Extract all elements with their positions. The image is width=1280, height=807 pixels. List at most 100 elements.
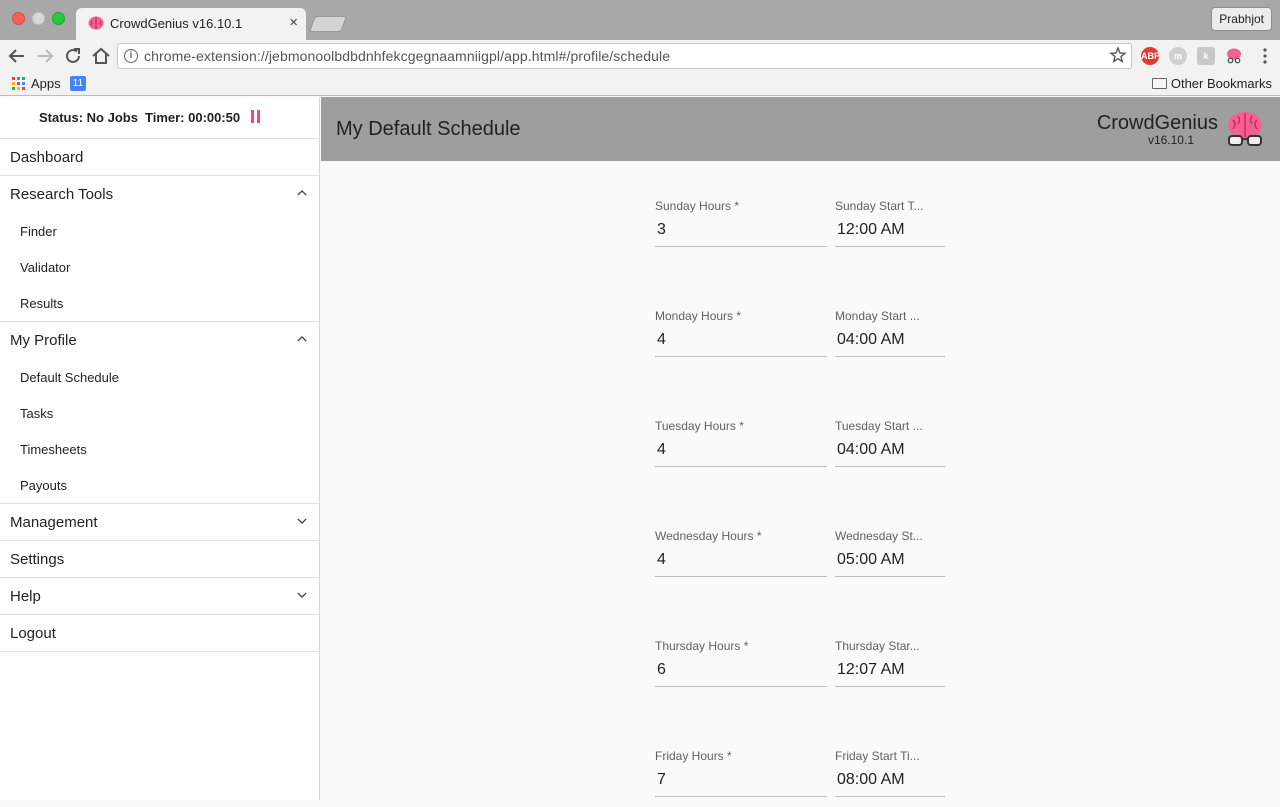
browser-tab-active[interactable]: CrowdGenius v16.10.1 × (76, 8, 306, 40)
field-value[interactable]: 7 (657, 771, 666, 789)
job-status: Status: No Jobs (39, 110, 138, 125)
field-label: Friday Start Ti... (835, 749, 920, 763)
friday-hours-field[interactable]: Friday Hours * 7 (655, 747, 827, 797)
field-label: Sunday Start T... (835, 199, 924, 213)
sunday-hours-field[interactable]: Sunday Hours * 3 (655, 197, 827, 247)
monday-hours-field[interactable]: Monday Hours * 4 (655, 307, 827, 357)
profile-button[interactable]: Prabhjot (1211, 7, 1272, 31)
schedule-row-friday: Friday Hours * 7 Friday Start Ti... 08:0… (655, 747, 955, 807)
chevron-up-icon[interactable] (297, 188, 307, 198)
tuesday-hours-field[interactable]: Tuesday Hours * 4 (655, 417, 827, 467)
chevron-down-icon[interactable] (297, 516, 307, 526)
schedule-row-thursday: Thursday Hours * 6 Thursday Star... 12:0… (655, 637, 955, 697)
apps-bookmark[interactable]: Apps (31, 76, 61, 91)
nav-finder-label: Finder (20, 224, 57, 239)
wednesday-hours-field[interactable]: Wednesday Hours * 4 (655, 527, 827, 577)
nav-logout[interactable]: Logout (0, 615, 319, 652)
timer: Timer: 00:00:50 (145, 110, 241, 125)
nav-timesheets[interactable]: Timesheets (0, 431, 319, 467)
field-value[interactable]: 04:00 AM (837, 441, 905, 459)
close-window-button[interactable] (12, 12, 25, 25)
browser-toolbar: i chrome-extension://jebmonoolbdbdnhfekc… (0, 40, 1280, 72)
home-icon[interactable] (90, 45, 112, 67)
page-header: My Default Schedule CrowdGenius v16.10.1 (321, 97, 1280, 161)
brand-name: CrowdGenius (1096, 112, 1218, 134)
nav-logout-label: Logout (10, 625, 56, 642)
thursday-start-field[interactable]: Thursday Star... 12:07 AM (835, 637, 945, 687)
other-bookmarks[interactable]: Other Bookmarks (1151, 76, 1272, 91)
nav-tasks-label: Tasks (20, 406, 54, 421)
new-tab-button[interactable] (309, 16, 347, 32)
folder-icon (1151, 78, 1167, 89)
sunday-start-field[interactable]: Sunday Start T... 12:00 AM (835, 197, 945, 247)
field-value[interactable]: 4 (657, 331, 666, 349)
nav-results[interactable]: Results (0, 285, 319, 321)
schedule-row-sunday: Sunday Hours * 3 Sunday Start T... 12:00… (655, 197, 955, 257)
nav-dashboard-label: Dashboard (10, 149, 84, 166)
nav-tasks[interactable]: Tasks (0, 395, 319, 431)
tuesday-start-field[interactable]: Tuesday Start ... 04:00 AM (835, 417, 945, 467)
chevron-up-icon[interactable] (297, 334, 307, 344)
nav-my-profile[interactable]: My Profile (0, 322, 319, 359)
brand-version: v16.10.1 (1147, 133, 1194, 147)
thursday-hours-field[interactable]: Thursday Hours * 6 (655, 637, 827, 687)
browser-menu-icon[interactable] (1262, 46, 1268, 66)
sidebar: Status: No Jobs Timer: 00:00:50 Dashboar… (0, 97, 320, 800)
nav-management[interactable]: Management (0, 504, 319, 541)
other-bookmarks-label: Other Bookmarks (1170, 76, 1272, 91)
apps-grid-icon[interactable] (12, 77, 25, 90)
field-label: Sunday Hours * (655, 199, 740, 213)
field-label: Wednesday Hours * (655, 529, 762, 543)
brain-icon[interactable] (1225, 47, 1243, 65)
nav-dashboard[interactable]: Dashboard (0, 139, 319, 176)
minimize-window-button[interactable] (32, 12, 45, 25)
field-value[interactable]: 08:00 AM (837, 771, 905, 789)
nav-finder[interactable]: Finder (0, 213, 319, 249)
abp-icon[interactable]: ABP (1141, 47, 1160, 65)
brain-icon (88, 16, 104, 30)
nav-help[interactable]: Help (0, 578, 319, 615)
nav-validator[interactable]: Validator (0, 249, 319, 285)
site-info-icon[interactable]: i (124, 49, 138, 63)
nav-default-schedule[interactable]: Default Schedule (0, 359, 319, 395)
field-label: Wednesday St... (835, 529, 923, 543)
bookmark-star-icon[interactable] (1109, 46, 1127, 64)
friday-start-field[interactable]: Friday Start Ti... 08:00 AM (835, 747, 945, 797)
schedule-row-tuesday: Tuesday Hours * 4 Tuesday Start ... 04:0… (655, 417, 955, 477)
bookmarks-bar: Apps 11 Other Bookmarks (0, 72, 1280, 96)
browser-titlebar: CrowdGenius v16.10.1 × Prabhjot (0, 0, 1280, 40)
monday-start-field[interactable]: Monday Start ... 04:00 AM (835, 307, 945, 357)
reload-icon[interactable] (62, 45, 84, 67)
forward-arrow-icon[interactable] (34, 45, 56, 67)
field-label: Friday Hours * (655, 749, 732, 763)
calendar-icon[interactable]: 11 (70, 76, 86, 91)
field-value[interactable]: 05:00 AM (837, 551, 905, 569)
nav-research-tools[interactable]: Research Tools (0, 176, 319, 213)
nav-settings[interactable]: Settings (0, 541, 319, 578)
field-value[interactable]: 4 (657, 551, 666, 569)
field-value[interactable]: 6 (657, 661, 666, 679)
wednesday-start-field[interactable]: Wednesday St... 05:00 AM (835, 527, 945, 577)
chevron-down-icon[interactable] (297, 590, 307, 600)
schedule-row-monday: Monday Hours * 4 Monday Start ... 04:00 … (655, 307, 955, 367)
address-bar[interactable]: i chrome-extension://jebmonoolbdbdnhfekc… (117, 43, 1132, 69)
tab-close-icon[interactable]: × (289, 14, 298, 31)
nav-validator-label: Validator (20, 260, 71, 275)
field-value[interactable]: 12:07 AM (837, 661, 905, 679)
brain-logo-icon (1228, 112, 1262, 146)
field-value[interactable]: 04:00 AM (837, 331, 905, 349)
back-arrow-icon[interactable] (6, 45, 28, 67)
field-value[interactable]: 4 (657, 441, 666, 459)
pause-icon[interactable] (251, 110, 262, 124)
m-icon[interactable]: m (1169, 47, 1187, 65)
nav-help-label: Help (10, 588, 41, 605)
field-value[interactable]: 12:00 AM (837, 221, 905, 239)
maximize-window-button[interactable] (52, 12, 65, 25)
nav-payouts[interactable]: Payouts (0, 467, 319, 503)
my-profile-submenu: Default Schedule Tasks Timesheets Payout… (0, 359, 319, 504)
k-icon[interactable]: k (1197, 47, 1215, 65)
field-value[interactable]: 3 (657, 221, 666, 239)
url-text[interactable]: chrome-extension://jebmonoolbdbdnhfekcge… (144, 48, 670, 64)
tab-title: CrowdGenius v16.10.1 (110, 16, 243, 31)
nav-default-schedule-label: Default Schedule (20, 370, 120, 385)
